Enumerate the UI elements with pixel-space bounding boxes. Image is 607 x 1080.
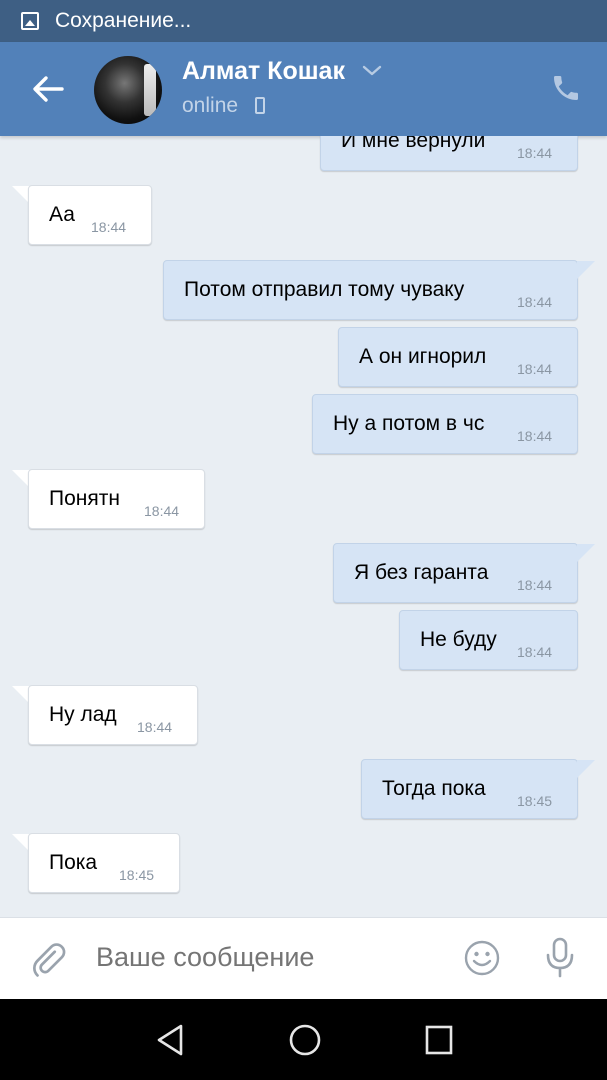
message-text: Пока — [49, 851, 98, 874]
mobile-phone-icon — [255, 97, 265, 114]
message-text: Тогда пока — [382, 777, 486, 800]
nav-back-icon[interactable] — [154, 1023, 186, 1062]
message-time: 18:44 — [517, 361, 553, 377]
message-list[interactable]: И мне вернули 18:44 Аа 18:44 Потом отпра… — [0, 136, 607, 917]
message-text: Потом отправил тому чуваку — [184, 278, 465, 301]
message-time: 18:44 — [517, 577, 553, 593]
avatar[interactable] — [94, 56, 162, 124]
back-arrow-icon[interactable] — [28, 69, 68, 109]
microphone-icon[interactable] — [544, 937, 576, 984]
status-text: Сохранение... — [55, 9, 192, 32]
message-time: 18:44 — [137, 719, 173, 735]
message-text: Аа — [49, 203, 75, 226]
message-time: 18:44 — [517, 644, 553, 660]
contact-name[interactable]: Алмат Кошак — [182, 57, 345, 86]
message-time: 18:45 — [517, 793, 553, 809]
message-time: 18:44 — [517, 294, 553, 310]
bubble-tail — [577, 261, 595, 279]
message-text: И мне вернули — [341, 136, 486, 152]
phone-call-icon[interactable] — [550, 72, 582, 109]
message-text: Ну а потом в чс — [333, 412, 485, 435]
presence-status: online — [182, 94, 239, 117]
image-icon — [21, 12, 39, 30]
message-time: 18:44 — [91, 219, 127, 235]
bubble-tail — [577, 760, 595, 778]
message-text: А он игнорил — [359, 345, 487, 368]
message-input[interactable] — [96, 942, 426, 973]
message-text: Ну лад — [49, 703, 117, 726]
chat-header: Алмат Кошак online — [0, 42, 607, 136]
paperclip-icon[interactable] — [30, 940, 66, 985]
message-time: 18:44 — [144, 503, 180, 519]
message-composer — [0, 917, 607, 999]
message-time: 18:44 — [517, 145, 553, 161]
nav-home-icon[interactable] — [288, 1023, 322, 1062]
chevron-down-icon[interactable] — [362, 64, 382, 82]
status-bar: Сохранение... — [0, 0, 607, 42]
system-nav-bar — [0, 999, 607, 1080]
message-text: Я без гаранта — [354, 561, 489, 584]
bubble-tail — [577, 544, 595, 562]
message-text: Понятн — [49, 487, 120, 510]
message-time: 18:45 — [119, 867, 155, 883]
message-time: 18:44 — [517, 428, 553, 444]
emoji-icon[interactable] — [463, 939, 501, 982]
message-text: Не буду — [420, 628, 497, 651]
nav-recents-icon[interactable] — [424, 1023, 454, 1062]
